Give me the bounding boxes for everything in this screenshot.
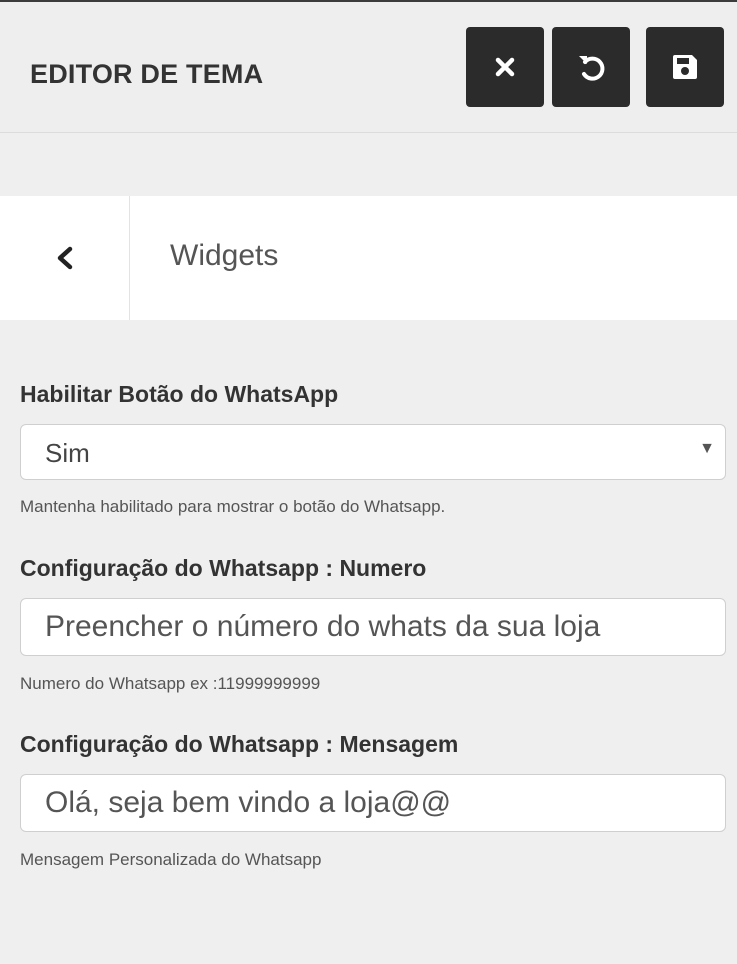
- save-icon: [673, 55, 697, 79]
- dropdown-arrow-icon: ▼: [699, 440, 715, 457]
- whatsapp-enable-label: Habilitar Botão do WhatsApp: [20, 381, 339, 407]
- undo-icon: [579, 56, 605, 81]
- whatsapp-number-label: Configuração do Whatsapp : Numero: [20, 555, 427, 581]
- save-button[interactable]: [646, 27, 724, 107]
- whatsapp-message-label: Configuração do Whatsapp : Mensagem: [20, 731, 459, 757]
- close-button[interactable]: [466, 27, 544, 107]
- whatsapp-enable-select[interactable]: Sim ▼: [20, 424, 726, 480]
- back-button[interactable]: [0, 196, 130, 320]
- whatsapp-enable-help: Mantenha habilitado para mostrar o botão…: [20, 497, 446, 516]
- chevron-left-icon: [57, 246, 72, 270]
- theme-editor-header: EDITOR DE TEMA: [0, 2, 737, 133]
- whatsapp-message-help: Mensagem Personalizada do Whatsapp: [20, 850, 322, 869]
- whatsapp-number-help: Numero do Whatsapp ex :11999999999: [20, 674, 321, 693]
- section-title: Widgets: [170, 239, 279, 272]
- select-value: Sim: [45, 438, 90, 468]
- reset-button[interactable]: [552, 27, 630, 107]
- close-icon: [495, 57, 515, 77]
- whatsapp-number-input[interactable]: [20, 598, 726, 656]
- section-header: Widgets: [0, 196, 737, 320]
- whatsapp-message-input[interactable]: [20, 774, 726, 832]
- page-title: EDITOR DE TEMA: [30, 59, 264, 89]
